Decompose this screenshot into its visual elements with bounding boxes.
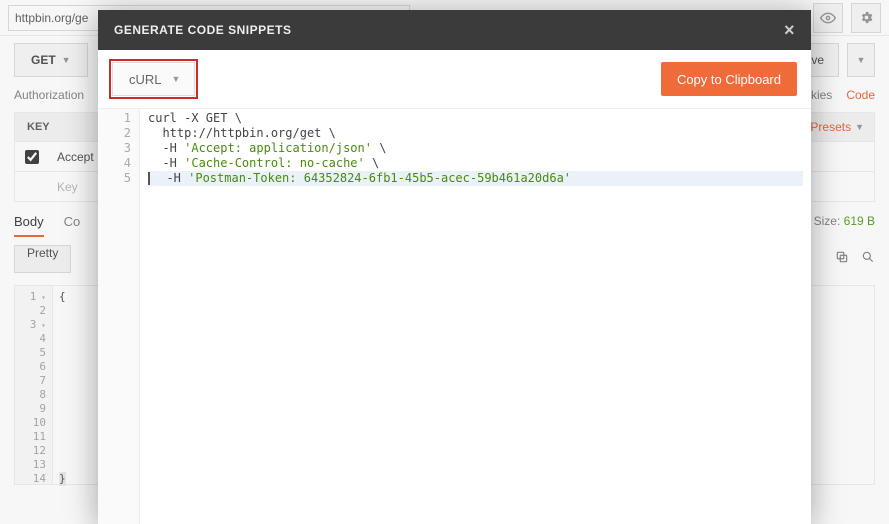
modal-toolbar: cURL ▼ Copy to Clipboard bbox=[98, 50, 811, 108]
code-body: curl -X GET \ http://httpbin.org/get \ -… bbox=[140, 109, 811, 524]
language-label: cURL bbox=[129, 72, 162, 87]
code-editor[interactable]: 12345 curl -X GET \ http://httpbin.org/g… bbox=[98, 108, 811, 524]
code-snippets-modal: GENERATE CODE SNIPPETS × cURL ▼ Copy to … bbox=[98, 10, 811, 524]
copy-to-clipboard-button[interactable]: Copy to Clipboard bbox=[661, 62, 797, 96]
modal-title: GENERATE CODE SNIPPETS bbox=[114, 23, 291, 37]
close-icon[interactable]: × bbox=[784, 20, 795, 41]
chevron-down-icon: ▼ bbox=[172, 74, 181, 84]
line-gutter: 12345 bbox=[98, 109, 140, 524]
language-select[interactable]: cURL ▼ bbox=[112, 62, 195, 96]
modal-header: GENERATE CODE SNIPPETS × bbox=[98, 10, 811, 50]
